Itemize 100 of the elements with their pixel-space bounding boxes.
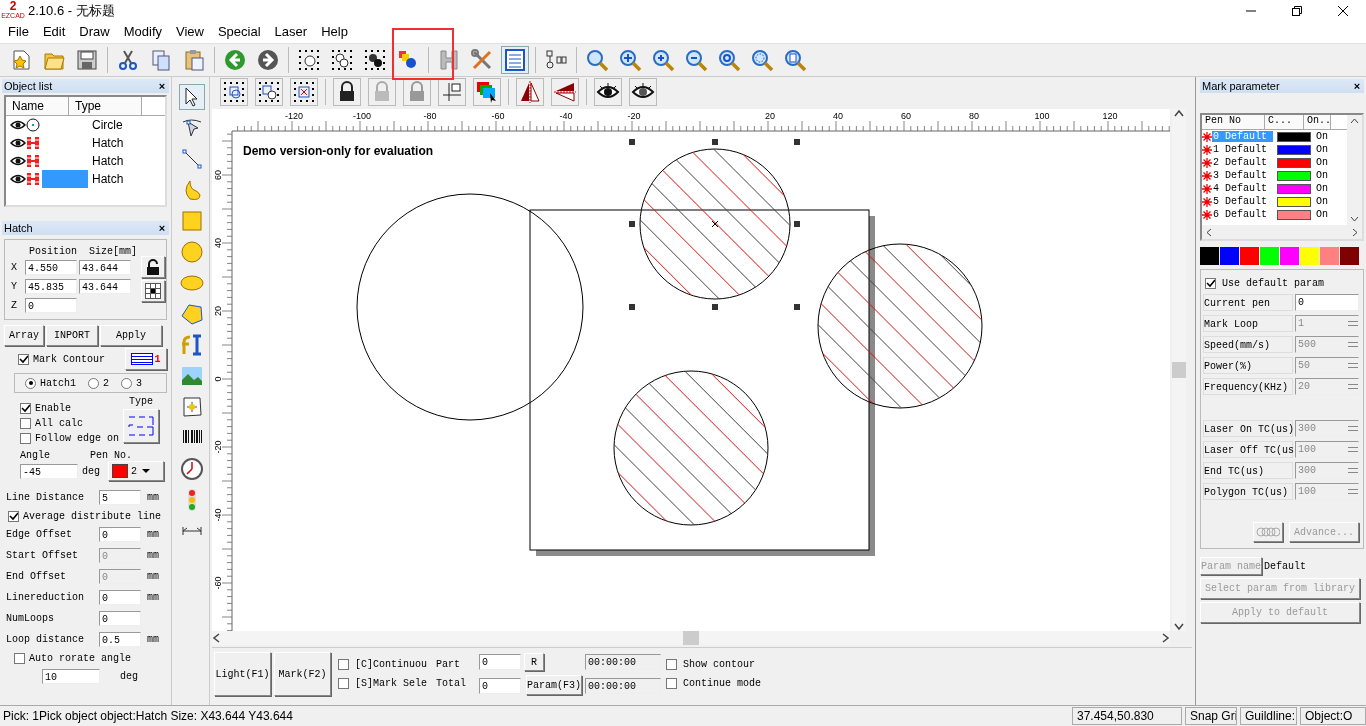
- checkbox[interactable]: [666, 659, 678, 670]
- pen-name-cell[interactable]: 5 Default: [1212, 196, 1273, 207]
- anchor-grid-button[interactable]: [141, 280, 166, 302]
- type-cell[interactable]: Circle: [92, 118, 123, 132]
- angle-field[interactable]: -45: [20, 463, 78, 479]
- value-field[interactable]: 0: [99, 611, 141, 626]
- menu-item[interactable]: Help: [314, 22, 355, 43]
- selection-handle[interactable]: [794, 139, 800, 145]
- close-button[interactable]: ×: [155, 80, 169, 92]
- color-swatch[interactable]: [1280, 247, 1299, 265]
- color-swatch[interactable]: [1240, 247, 1259, 265]
- light-button[interactable]: Light(F1): [214, 652, 271, 696]
- list-view-icon[interactable]: [503, 48, 527, 72]
- dotted-frame-icon[interactable]: [297, 48, 321, 72]
- position-field[interactable]: 0: [25, 298, 77, 313]
- selection-handle[interactable]: [629, 221, 635, 227]
- checkbox[interactable]: [8, 510, 19, 522]
- checkbox[interactable]: [20, 418, 31, 429]
- object-row[interactable]: Hatch: [6, 170, 165, 188]
- cut-icon[interactable]: [116, 48, 140, 72]
- rings-button[interactable]: [1253, 522, 1283, 542]
- checkbox[interactable]: [14, 652, 25, 664]
- pen-name-cell[interactable]: 1 Default: [1212, 144, 1273, 155]
- part-field[interactable]: 0: [479, 654, 522, 670]
- menu-item[interactable]: Special: [210, 22, 268, 43]
- drawing-canvas[interactable]: -120 -100 -80 -60 -40 -20 20 40 60 80 100 120 60 40 20 0 -20 -40 -60 Demo version-only for evaluation: [212, 109, 1170, 631]
- zoom-selection-icon[interactable]: [750, 48, 774, 72]
- pen-name-cell[interactable]: 6 Default: [1212, 209, 1273, 220]
- scrollbar-thumb[interactable]: [683, 631, 699, 645]
- scroll-down-icon[interactable]: [1350, 216, 1359, 222]
- position-field[interactable]: 4.550: [25, 260, 77, 275]
- menu-item[interactable]: File: [1, 22, 36, 43]
- param-field[interactable]: 0: [1295, 294, 1359, 311]
- color-swatch[interactable]: [1220, 247, 1239, 265]
- value-field[interactable]: 5: [99, 490, 141, 505]
- checkbox[interactable]: [338, 678, 349, 689]
- paste-icon[interactable]: [182, 48, 206, 72]
- contour-pattern-button[interactable]: 1: [125, 348, 167, 370]
- selection-handle[interactable]: [794, 221, 800, 227]
- rectangle-icon[interactable]: [180, 209, 204, 233]
- type-cell[interactable]: Hatch: [92, 136, 124, 150]
- select-mode-icon[interactable]: [292, 80, 316, 104]
- axis-icon[interactable]: [440, 80, 464, 104]
- selection-handle[interactable]: [629, 304, 635, 310]
- size-field[interactable]: 43.644: [79, 260, 131, 275]
- scroll-left-icon[interactable]: [1206, 227, 1212, 237]
- color-layers-icon[interactable]: [475, 80, 499, 104]
- color-swatch[interactable]: [1320, 247, 1339, 265]
- color-swatch[interactable]: [1260, 247, 1279, 265]
- panel-button[interactable]: Array: [4, 324, 44, 346]
- scroll-down-icon[interactable]: [1174, 623, 1184, 631]
- back-icon[interactable]: [223, 48, 247, 72]
- menu-item[interactable]: Laser: [267, 22, 315, 43]
- selection-handle[interactable]: [712, 139, 718, 145]
- radio-button[interactable]: [121, 377, 133, 389]
- save-icon[interactable]: [75, 48, 99, 72]
- forward-icon[interactable]: [256, 48, 280, 72]
- line-icon[interactable]: [180, 147, 204, 171]
- scroll-up-icon[interactable]: [1174, 109, 1184, 117]
- node-tree-icon[interactable]: [544, 48, 568, 72]
- object-row[interactable]: Hatch: [6, 152, 165, 170]
- scroll-right-icon[interactable]: [1352, 227, 1358, 237]
- maximize-icon[interactable]: [1292, 6, 1302, 16]
- selection-handle[interactable]: [794, 304, 800, 310]
- checkbox[interactable]: [1205, 277, 1216, 289]
- type-button[interactable]: [123, 409, 159, 443]
- circle-icon[interactable]: [180, 240, 204, 264]
- mirror-vertical-icon[interactable]: [553, 80, 577, 104]
- pen-name-cell[interactable]: 4 Default: [1212, 183, 1273, 194]
- polygon-icon[interactable]: [180, 302, 204, 326]
- close-button[interactable]: ×: [155, 222, 169, 234]
- menu-item[interactable]: Edit: [35, 22, 73, 43]
- scroll-right-icon[interactable]: [1162, 633, 1170, 643]
- hatch-icon[interactable]: [437, 48, 461, 72]
- select-mode-icon[interactable]: [257, 80, 281, 104]
- panel-button[interactable]: INPORT: [46, 324, 98, 346]
- pen-name-cell[interactable]: 2 Default: [1212, 157, 1273, 168]
- scroll-left-icon[interactable]: [212, 633, 220, 643]
- lock-button[interactable]: [141, 256, 166, 278]
- checkbox[interactable]: [20, 403, 31, 414]
- close-icon[interactable]: [1338, 6, 1348, 16]
- tools-icon[interactable]: [470, 48, 494, 72]
- value-field[interactable]: 0: [99, 527, 141, 542]
- object-row[interactable]: Hatch: [6, 134, 165, 152]
- zoom-in-icon[interactable]: [618, 48, 642, 72]
- color-swatch[interactable]: [1300, 247, 1319, 265]
- close-button[interactable]: ×: [1350, 80, 1364, 92]
- vertical-scrollbar[interactable]: [1172, 109, 1186, 631]
- param-button[interactable]: Param(F3): [526, 675, 583, 695]
- clock-icon[interactable]: [180, 457, 204, 481]
- dotted-frame-icon[interactable]: [330, 48, 354, 72]
- vertical-scrollbar[interactable]: [1347, 115, 1362, 225]
- zoom-in-icon[interactable]: [651, 48, 675, 72]
- color-swatch[interactable]: [1200, 247, 1219, 265]
- type-cell[interactable]: Hatch: [92, 172, 124, 186]
- type-cell[interactable]: Hatch: [92, 154, 124, 168]
- radio-button[interactable]: [25, 377, 36, 389]
- checkbox[interactable]: [338, 659, 349, 670]
- reset-button[interactable]: R: [524, 653, 545, 671]
- zoom-icon[interactable]: [585, 48, 609, 72]
